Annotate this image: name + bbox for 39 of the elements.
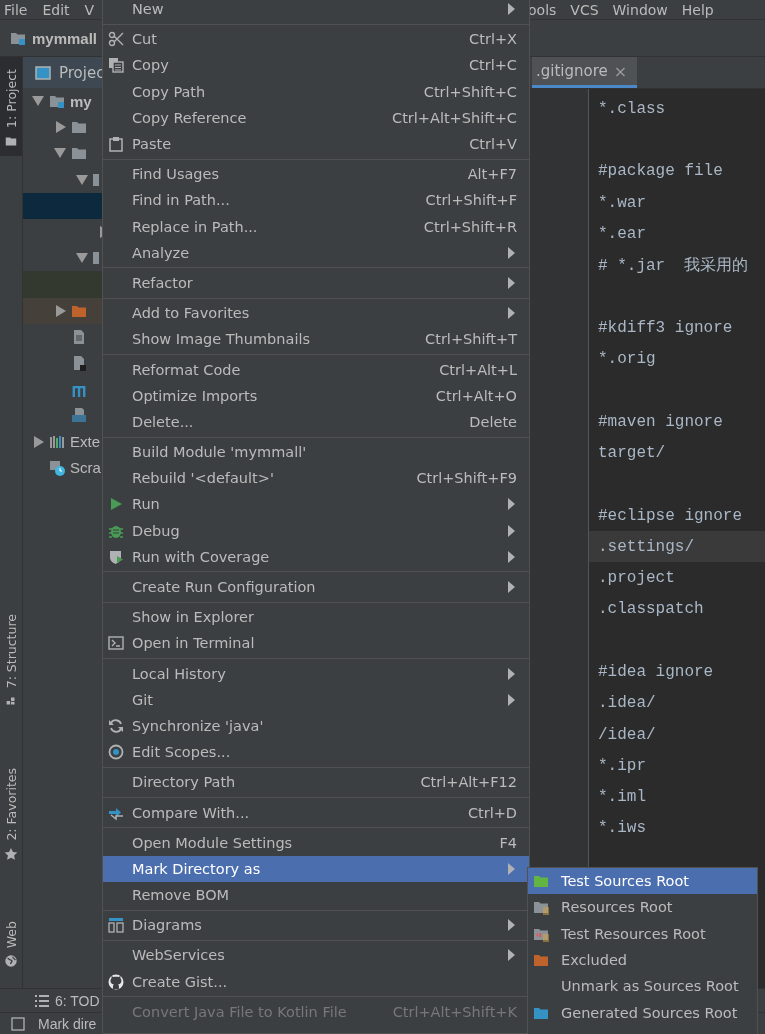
- shortcut-text: Delete: [469, 413, 517, 430]
- shortcut-text: Ctrl+D: [467, 804, 517, 821]
- shortcut-text: Ctrl+X: [469, 31, 517, 48]
- tree-label: my: [70, 92, 92, 110]
- code-line: #eclipse ignore: [597, 505, 744, 527]
- shortcut-text: Ctrl+V: [469, 136, 517, 153]
- tree-label: Scra: [70, 459, 101, 477]
- code-line: *.ipr: [597, 755, 647, 777]
- status-text: Mark dire: [38, 1015, 97, 1032]
- code-line: # *.jar 我采用的: [597, 255, 750, 277]
- shortcut-text: Ctrl+Alt+F12: [420, 774, 517, 791]
- code-line: .idea/: [597, 693, 657, 715]
- shortcut-text: F4: [499, 834, 517, 851]
- shortcut-text: Ctrl+Shift+F9: [416, 470, 517, 487]
- code-line: *.war: [597, 192, 647, 214]
- code-line: #kdiff3 ignore: [597, 317, 734, 339]
- code-line: *.iml: [597, 787, 647, 809]
- shortcut-text: Ctrl+Shift+T: [425, 331, 517, 348]
- code-line: *.class: [597, 98, 667, 120]
- code-line: #package file: [597, 161, 724, 183]
- code-line: *.ear: [597, 223, 647, 245]
- tree-label: Exte: [70, 433, 100, 451]
- code-line: #maven ignore: [597, 411, 724, 433]
- code-line: target/: [597, 442, 667, 464]
- code-line: *.iws: [597, 818, 647, 840]
- shortcut-text: Ctrl+Alt+Shift+C: [392, 109, 517, 126]
- shortcut-text: Ctrl+Shift+F: [425, 192, 517, 209]
- shortcut-text: Alt+F7: [467, 166, 517, 183]
- code-line: .classpatch: [597, 599, 705, 621]
- code-line: #idea ignore: [597, 662, 715, 683]
- shortcut-text: Ctrl+Alt+L: [439, 361, 517, 378]
- shortcut-text: Ctrl+Shift+C: [423, 83, 517, 100]
- shortcut-text: Ctrl+Shift+R: [423, 218, 517, 235]
- shortcut-text: Ctrl+C: [468, 57, 517, 74]
- code-line: *.orig: [597, 349, 657, 370]
- code-line: /idea/: [597, 724, 657, 746]
- shortcut-text: Ctrl+Alt+Shift+K: [392, 1003, 517, 1020]
- code-line: .project: [597, 568, 676, 590]
- shortcut-text: Ctrl+Alt+O: [435, 387, 517, 404]
